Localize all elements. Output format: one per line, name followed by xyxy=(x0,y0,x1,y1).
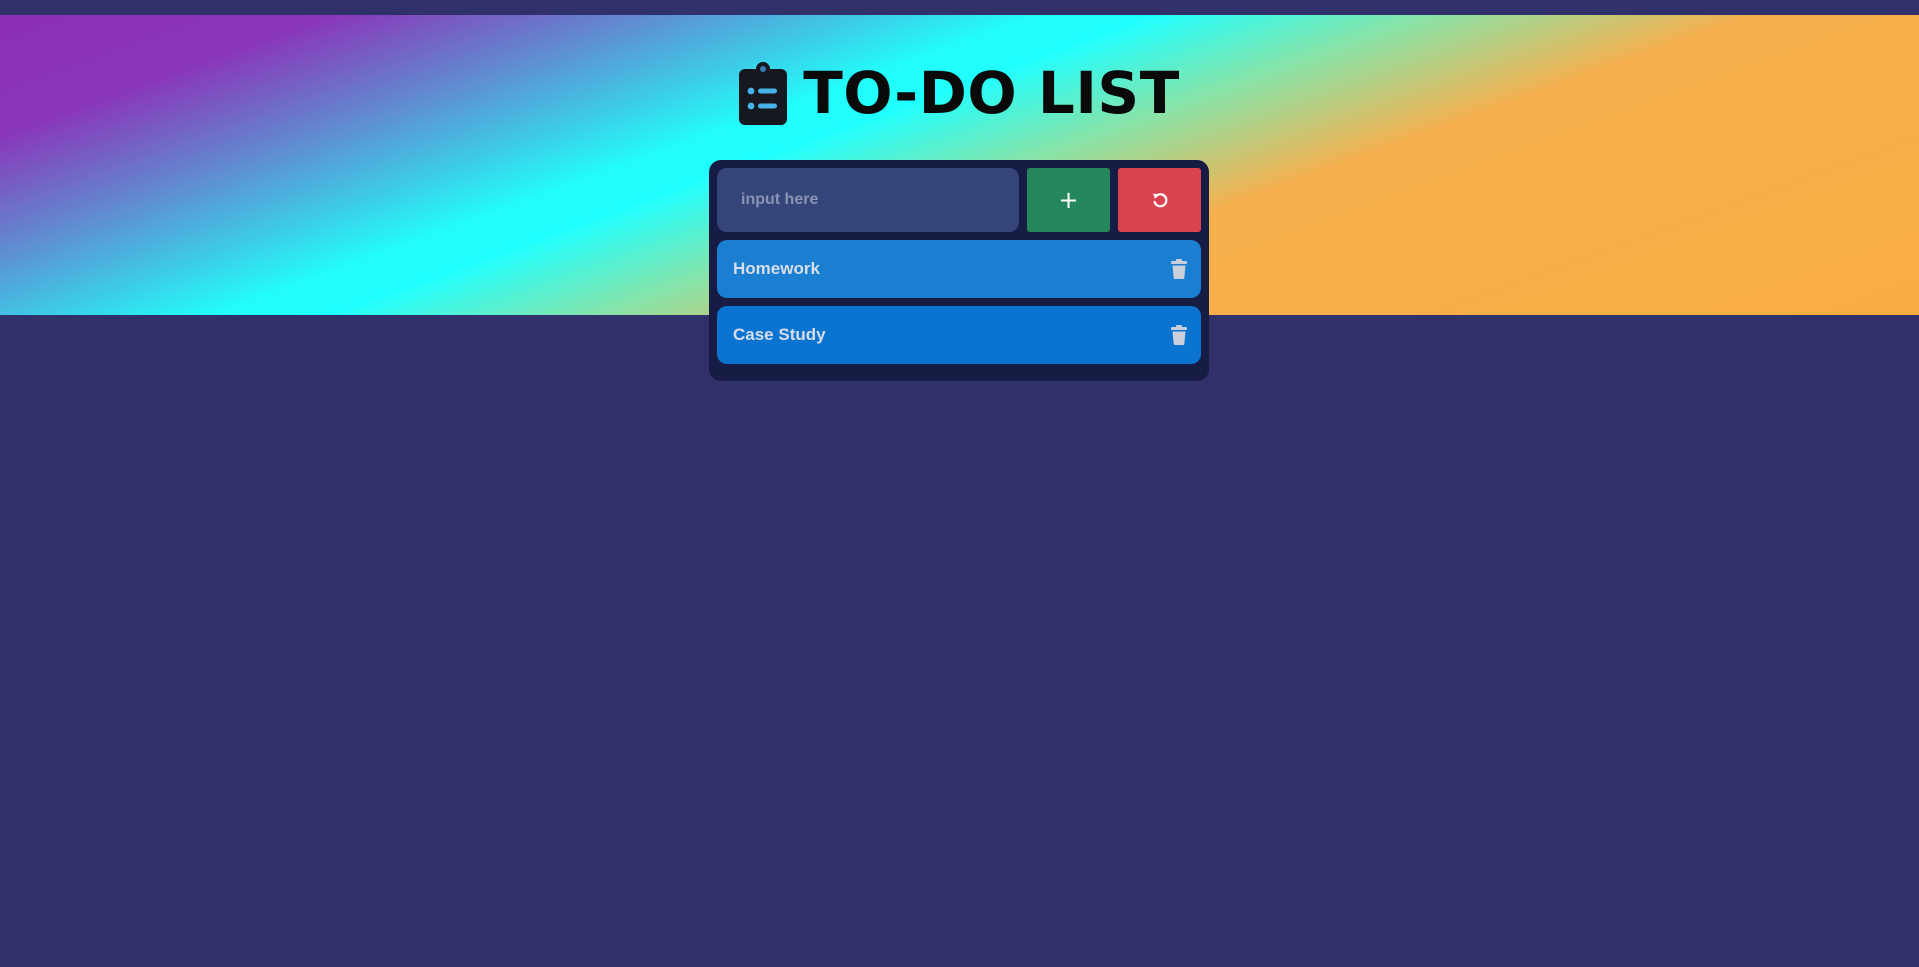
todo-item[interactable]: Case Study xyxy=(717,306,1201,364)
trash-icon[interactable] xyxy=(1171,259,1187,279)
add-button[interactable]: + xyxy=(1027,168,1110,232)
todo-item-label: Case Study xyxy=(733,325,826,344)
input-row: + xyxy=(717,168,1201,232)
task-input[interactable] xyxy=(717,168,1019,232)
plus-icon: + xyxy=(1058,186,1079,214)
top-strip xyxy=(0,0,1919,15)
page-header: TO-DO LIST xyxy=(0,58,1919,128)
reset-button[interactable] xyxy=(1118,168,1201,232)
todo-item[interactable]: Homework xyxy=(717,240,1201,298)
clipboard-list-icon xyxy=(739,62,788,125)
rotate-left-icon xyxy=(1152,193,1167,208)
todo-item-label: Homework xyxy=(733,259,820,278)
todo-card: + Homework Case Study xyxy=(709,160,1209,381)
page-title: TO-DO LIST xyxy=(803,59,1180,127)
trash-icon[interactable] xyxy=(1171,325,1187,345)
todo-list: Homework Case Study xyxy=(717,240,1201,364)
